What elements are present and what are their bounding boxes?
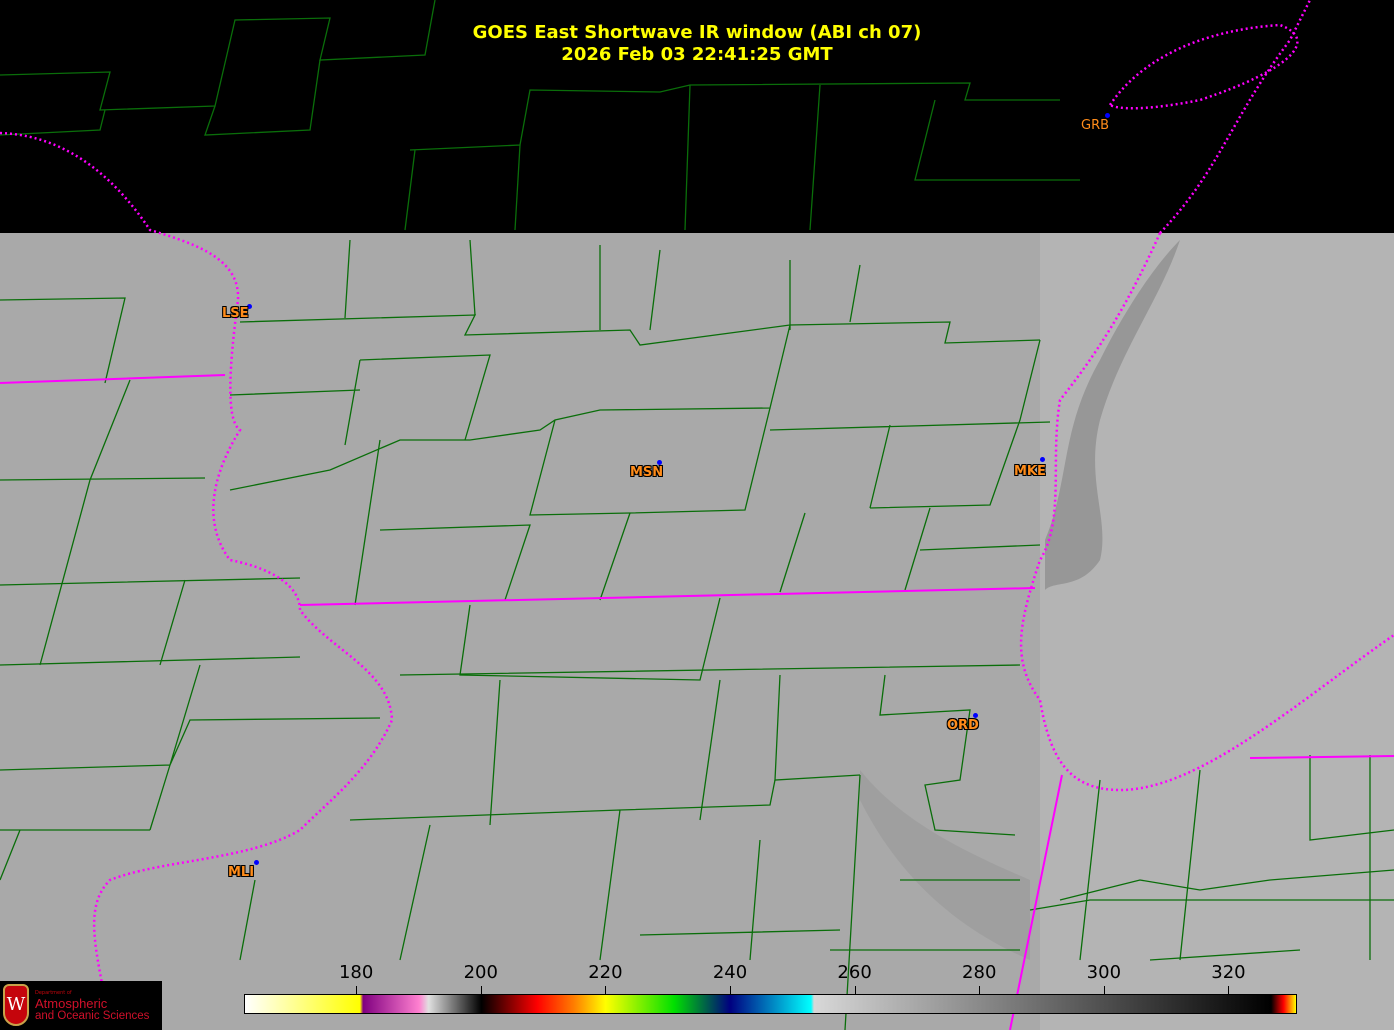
city-label-grb: GRB: [1081, 118, 1110, 133]
colorbar-tick: [854, 986, 856, 994]
colorbar-tick: [480, 986, 482, 994]
colorbar-tick-label: 300: [1086, 962, 1122, 983]
map-canvas: [0, 0, 1394, 1030]
image-timestamp: 2026 Feb 03 22:41:25 GMT: [561, 44, 833, 65]
colorbar-tick: [356, 986, 358, 994]
aos-logo: W Department of Atmospheric and Oceanic …: [0, 981, 162, 1030]
colorbar-tick-label: 240: [712, 962, 748, 983]
city-label-ord: ORD: [947, 718, 979, 733]
colorbar-tick: [979, 986, 981, 994]
city-marker-mke: [1040, 457, 1045, 462]
colorbar-tick: [1103, 986, 1105, 994]
colorbar-tick-label: 220: [588, 962, 623, 983]
city-label-mke: MKE: [1014, 464, 1046, 479]
city-label-mli: MLI: [228, 865, 255, 880]
satellite-map-view: GOES East Shortwave IR window (ABI ch 07…: [0, 0, 1394, 1030]
logo-line-3: and Oceanic Sciences: [35, 1010, 150, 1022]
city-label-msn: MSN: [630, 465, 664, 480]
colorbar-tick-label: 260: [837, 962, 872, 983]
city-marker-mli: [254, 860, 259, 865]
uw-crest-icon: W: [3, 984, 29, 1026]
logo-line-2: Atmospheric: [35, 996, 108, 1011]
city-label-lse: LSE: [222, 306, 249, 321]
temperature-colorbar: [244, 994, 1297, 1014]
colorbar-tick: [1228, 986, 1230, 994]
image-title: GOES East Shortwave IR window (ABI ch 07…: [472, 22, 922, 43]
colorbar-tick-label: 280: [962, 962, 997, 983]
colorbar-tick-label: 200: [463, 962, 498, 983]
colorbar-tick: [605, 986, 607, 994]
lake-michigan-imagery: [1040, 233, 1394, 1030]
colorbar-tick-label: 320: [1211, 962, 1246, 983]
colorbar-tick-label: 180: [338, 962, 374, 983]
colorbar-tick: [730, 986, 731, 994]
